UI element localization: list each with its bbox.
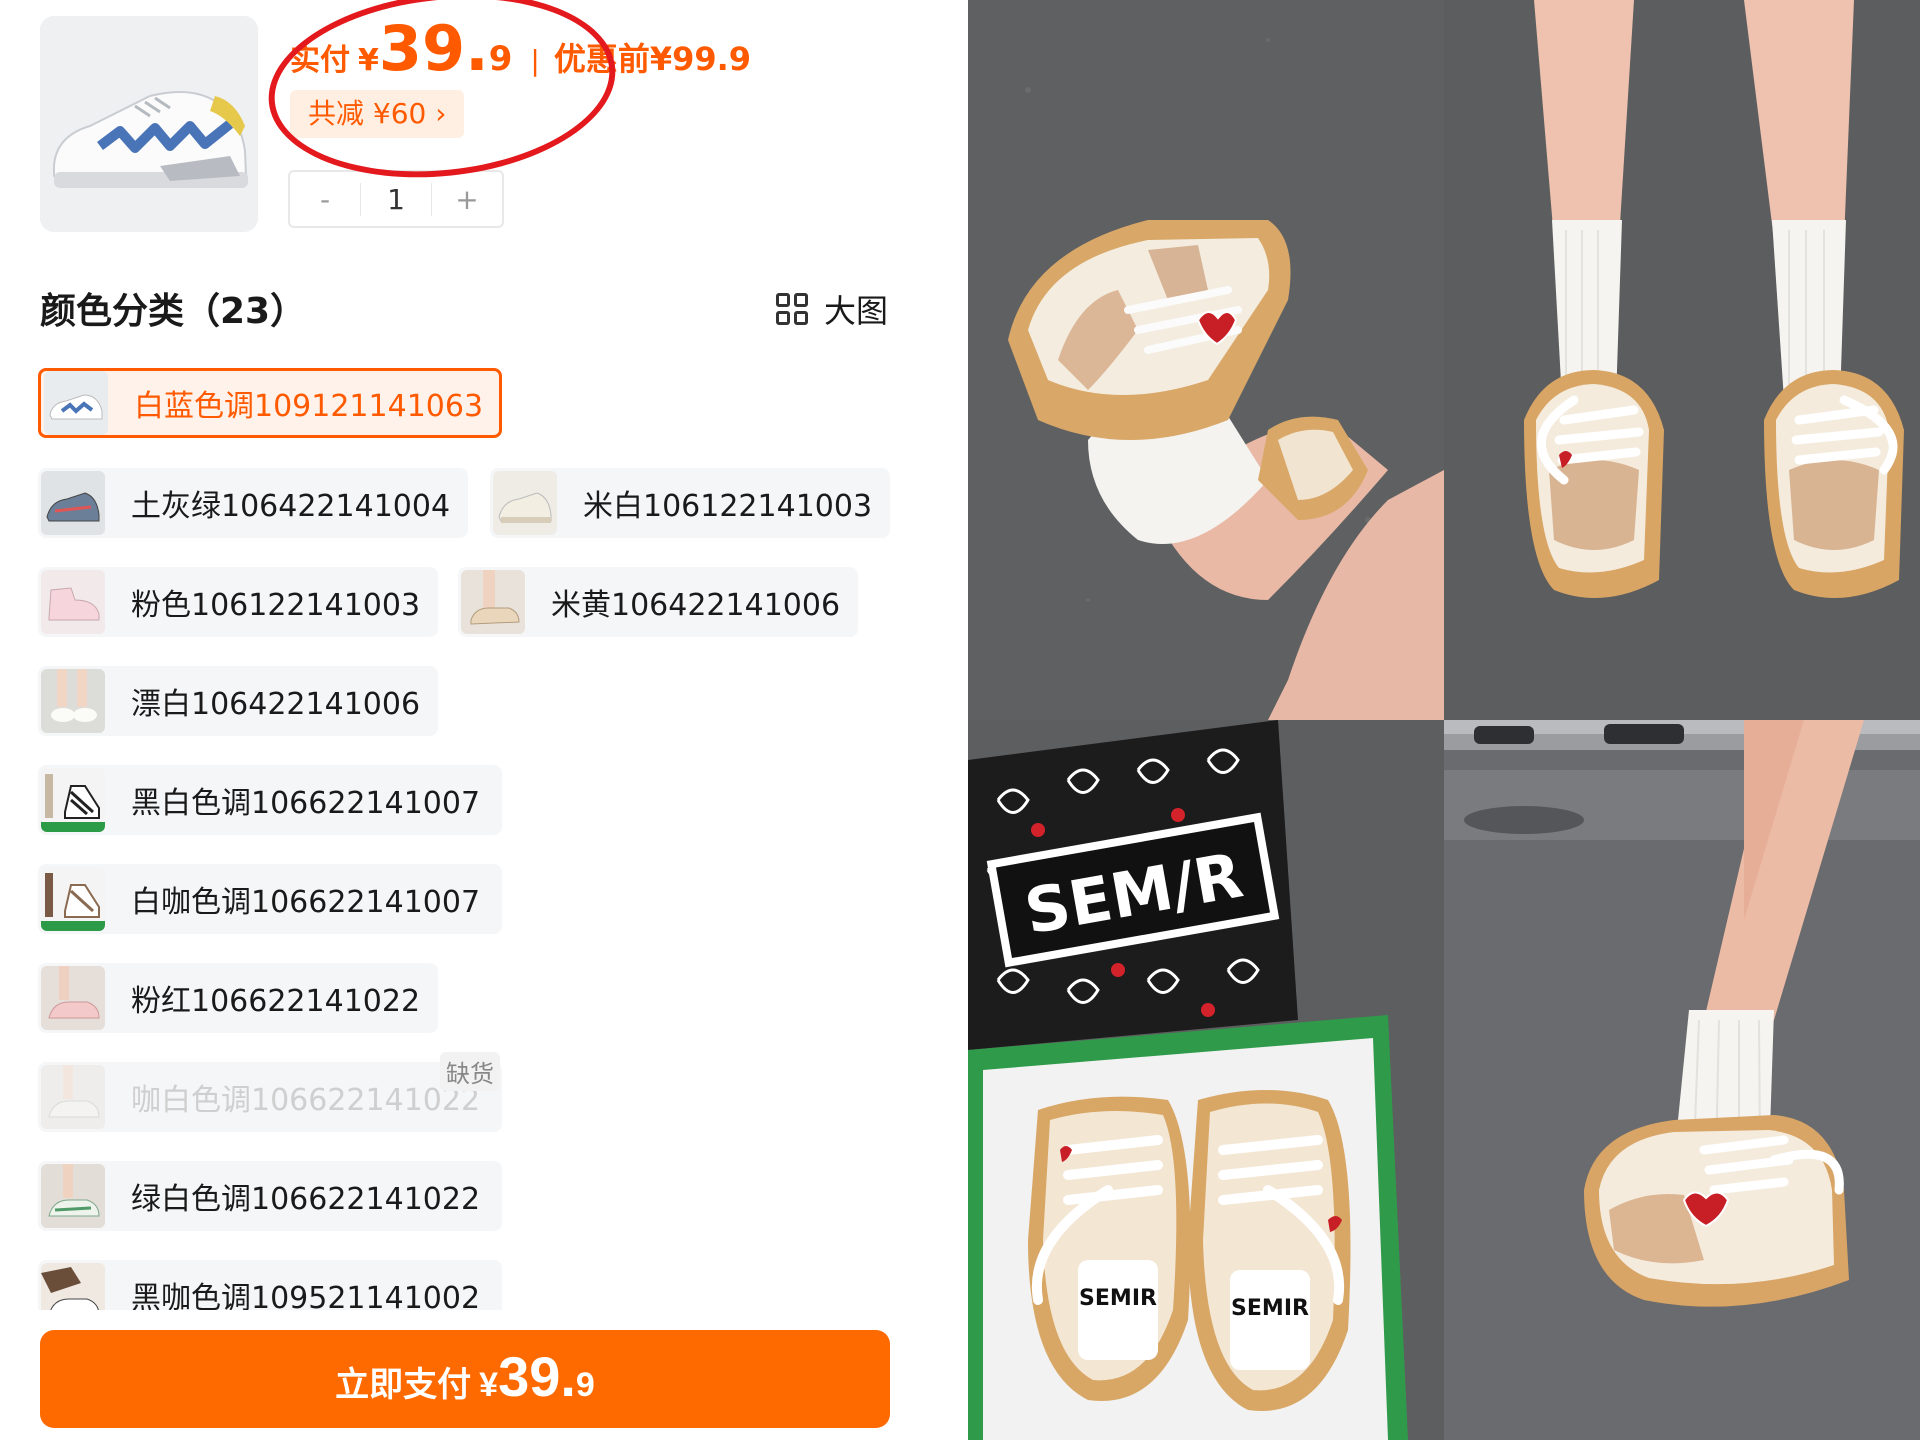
variant-label: 粉色106122141003 xyxy=(131,588,421,623)
variant-label: 黑白色调106622141007 xyxy=(131,786,481,821)
color-category-title: 颜色分类（23） xyxy=(40,291,307,332)
qty-plus-button[interactable]: + xyxy=(432,183,502,216)
product-photo-walking[interactable] xyxy=(1444,720,1920,1440)
pay-now-button[interactable]: 立即支付 ¥ 39. 9 xyxy=(40,1330,890,1428)
variant-option[interactable]: 粉色106122141003 xyxy=(38,567,438,637)
product-thumbnail[interactable] xyxy=(40,16,258,232)
variant-option[interactable]: 绿白色调106622141022 xyxy=(38,1161,502,1231)
paid-label: 实付 xyxy=(290,43,350,78)
variant-label: 白蓝色调109121141063 xyxy=(134,389,484,424)
price-separator: | xyxy=(530,44,540,77)
variant-option[interactable]: 粉红106622141022 xyxy=(38,963,438,1033)
insole-logo-2: SEMIR xyxy=(1231,1296,1309,1321)
discount-chip[interactable]: 共减 ¥60 › xyxy=(290,90,465,138)
variant-thumbnail xyxy=(41,1164,105,1228)
variant-label: 米黄106422141006 xyxy=(551,588,841,623)
variant-label: 土灰绿106422141004 xyxy=(131,489,451,524)
shoe-photo-1 xyxy=(968,0,1444,720)
variant-option[interactable]: 黑白色调106622141007 xyxy=(38,765,502,835)
sku-panel: 实付 ¥ 39. 9 | 优惠前¥99.9 共减 ¥60 › - 1 + 颜色分… xyxy=(0,0,968,1440)
product-photo-box[interactable]: SEM/R SEMIR SEMIR xyxy=(968,720,1444,1440)
insole-logo-1: SEMIR xyxy=(1079,1286,1157,1311)
variant-label: 漂白106422141006 xyxy=(131,687,421,722)
shoe-photo-2 xyxy=(1444,0,1920,720)
variant-thumbnail xyxy=(41,669,105,733)
quantity-stepper[interactable]: - 1 + xyxy=(288,170,504,228)
variant-thumbnail xyxy=(41,966,105,1030)
variant-label: 咖白色调106622141022 xyxy=(131,1083,481,1118)
qty-value[interactable]: 1 xyxy=(360,182,432,216)
grid-icon xyxy=(775,293,808,325)
variant-thumbnail xyxy=(493,471,557,535)
out-of-stock-badge: 缺货 xyxy=(440,1052,500,1091)
variant-thumbnail xyxy=(41,768,105,832)
variant-label: 绿白色调106622141022 xyxy=(131,1182,481,1217)
original-price: 优惠前¥99.9 xyxy=(553,40,752,78)
variant-option[interactable]: 米白106122141003 xyxy=(490,468,890,538)
variant-option[interactable]: 米黄106422141006 xyxy=(458,567,858,637)
qty-minus-button[interactable]: - xyxy=(290,183,360,216)
pay-button-label: 立即支付 xyxy=(335,1366,472,1404)
variant-option[interactable]: 漂白106422141006 xyxy=(38,666,438,736)
variant-label: 粉红106622141022 xyxy=(131,984,421,1019)
list-fade xyxy=(0,1310,968,1330)
currency-symbol: ¥ xyxy=(358,43,379,78)
pay-button-currency: ¥ xyxy=(479,1366,499,1404)
product-photo-front-view[interactable] xyxy=(1444,0,1920,720)
sneaker-image xyxy=(40,16,258,232)
variant-option: 咖白色调106622141022 xyxy=(38,1062,502,1132)
variant-option[interactable]: 白蓝色调109121141063 xyxy=(38,368,502,438)
product-photo-side-view[interactable] xyxy=(968,0,1444,720)
shoe-photo-3: SEM/R SEMIR SEMIR xyxy=(968,720,1444,1440)
paid-price-decimal: 9 xyxy=(488,39,513,79)
variant-thumbnail xyxy=(41,570,105,634)
variant-thumbnail xyxy=(41,867,105,931)
variant-label: 米白106122141003 xyxy=(583,489,873,524)
pay-button-price-decimal: 9 xyxy=(575,1366,595,1404)
big-view-toggle[interactable]: 大图 xyxy=(775,286,888,332)
paid-price-integer: 39. xyxy=(378,12,489,85)
shoe-photo-4 xyxy=(1444,720,1920,1440)
variant-thumbnail xyxy=(41,471,105,535)
variant-thumbnail xyxy=(461,570,525,634)
variant-thumbnail xyxy=(44,371,108,435)
variant-label: 白咖色调106622141007 xyxy=(131,885,481,920)
price-summary: 实付 ¥ 39. 9 | 优惠前¥99.9 xyxy=(290,14,751,84)
variant-option[interactable]: 白咖色调106622141007 xyxy=(38,864,502,934)
variant-thumbnail xyxy=(41,1065,105,1129)
pay-button-price-integer: 39. xyxy=(498,1345,576,1408)
big-view-label: 大图 xyxy=(823,292,888,330)
variant-option[interactable]: 土灰绿106422141004 xyxy=(38,468,468,538)
